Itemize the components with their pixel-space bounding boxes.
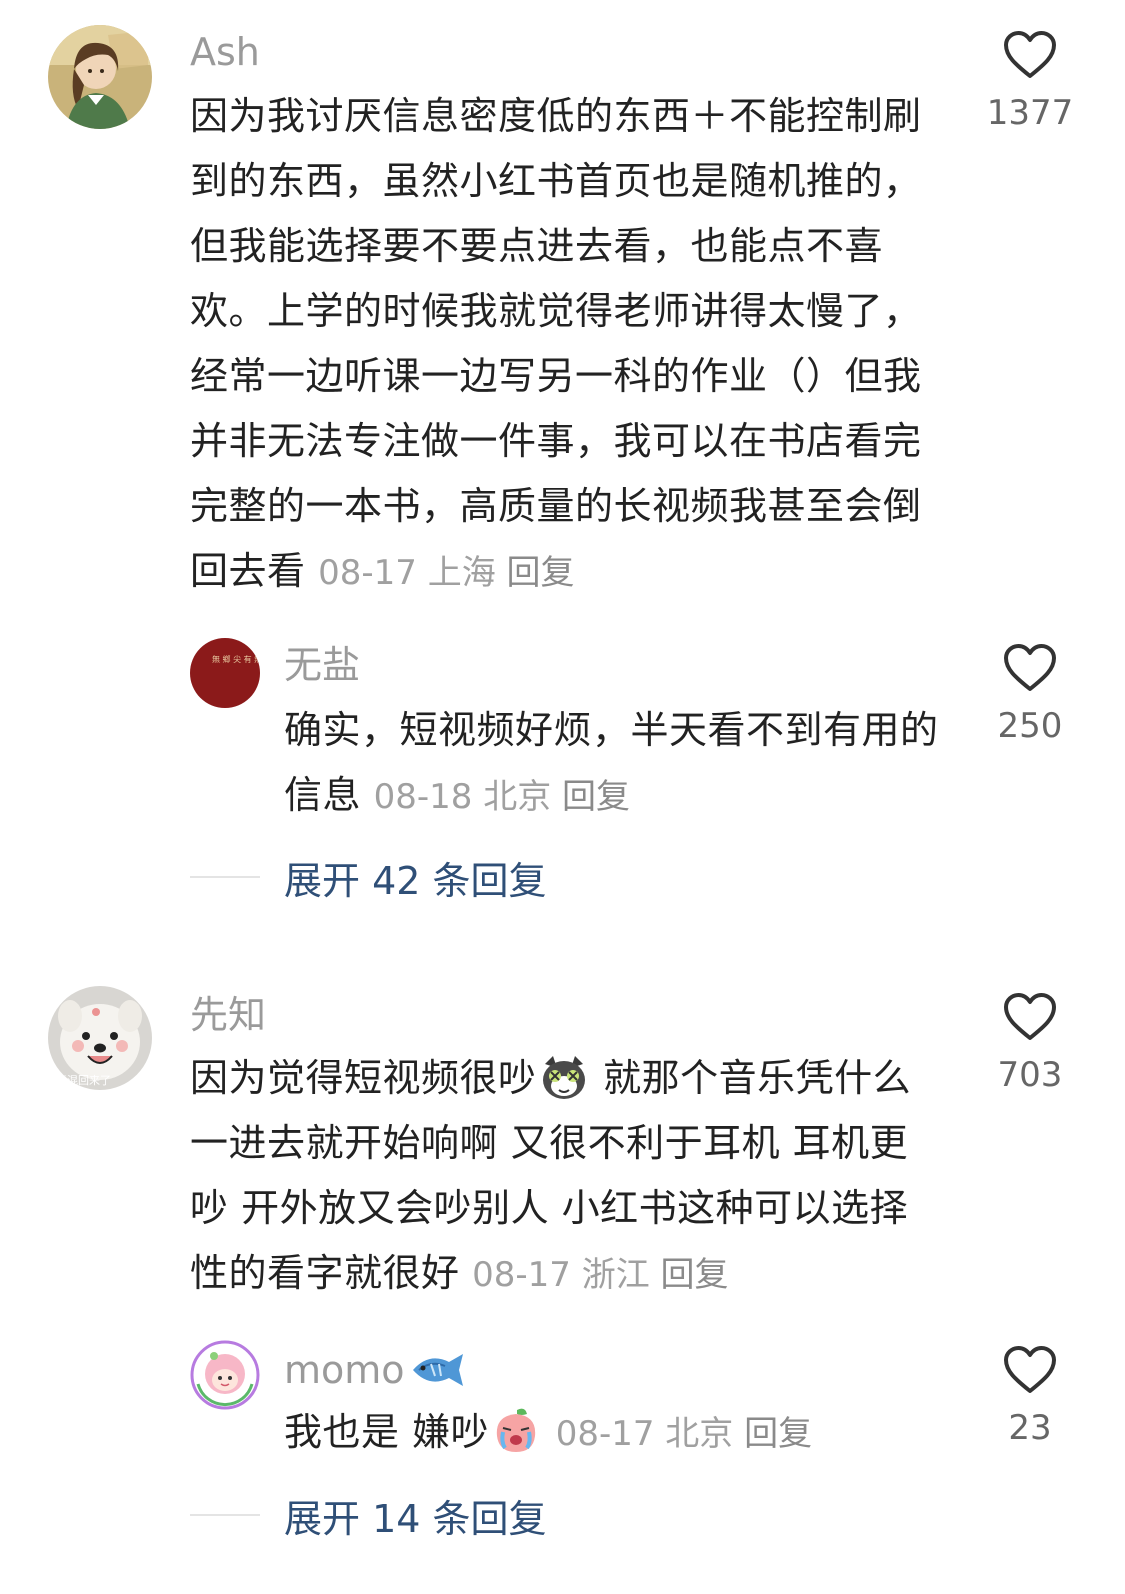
avatar[interactable]: [190, 1340, 260, 1410]
comment-content: 因为我讨厌信息密度低的东西＋不能控制刷到的东西，虽然小红书首页也是随机推的，但我…: [190, 94, 922, 593]
reply-button[interactable]: 回复: [507, 553, 575, 593]
comment-content: 我也是 嫌吵: [284, 1410, 490, 1454]
comment-meta: 08-17 上海 回复: [318, 553, 574, 593]
heart-icon: [1004, 993, 1056, 1040]
comment-location: 北京: [665, 1414, 734, 1454]
comment-location: 上海: [427, 553, 496, 593]
comment-date: 08-17: [318, 553, 417, 593]
comment-text: 确实，短视频好烦，半天看不到有用的信息 08-18 北京 回复: [284, 698, 944, 830]
expand-replies-label: 展开 14 条回复: [284, 1496, 547, 1541]
comment-date: 08-17: [472, 1255, 571, 1295]
like-count: 1377: [986, 93, 1074, 133]
heart-icon: [1004, 1346, 1056, 1393]
anime-girl-avatar-icon: [48, 25, 152, 129]
comment-meta: 08-17 浙江 回复: [472, 1255, 728, 1295]
expand-replies-label: 展开 42 条回复: [284, 858, 547, 903]
divider-line: [190, 1514, 260, 1516]
like-count: 250: [997, 706, 1063, 746]
username[interactable]: Ash: [190, 33, 260, 71]
comment-text: 我也是 嫌吵 08-17 北京 回复: [284, 1400, 944, 1467]
like-count: 703: [997, 1055, 1063, 1095]
like-button[interactable]: 703: [970, 992, 1090, 1092]
pink-hair-girl-avatar-icon: [190, 1340, 260, 1410]
comment-date: 08-18: [373, 777, 473, 817]
username-text: momo: [284, 1348, 405, 1392]
comment-meta: 08-17 北京 回复: [556, 1414, 812, 1454]
expand-replies-button[interactable]: 展开 42 条回复: [190, 852, 547, 903]
avatar-text: 無 鄉 尖 有 無 鄕 酸: [212, 654, 260, 664]
reply-button[interactable]: 回复: [661, 1255, 729, 1295]
comment-date: 08-17: [555, 1414, 655, 1454]
username[interactable]: 无盐: [284, 646, 360, 684]
like-button[interactable]: 1377: [970, 30, 1090, 130]
reply-button[interactable]: 回复: [744, 1414, 812, 1454]
avatar[interactable]: 無 鄉 尖 有 無 鄕 酸: [190, 638, 260, 708]
comment-meta: 08-18 北京 回复: [374, 777, 630, 817]
avatar[interactable]: 青混回来了: [48, 986, 152, 1090]
comment-location: 浙江: [581, 1255, 650, 1295]
username[interactable]: 先知: [190, 996, 266, 1034]
comment-text: 因为我讨厌信息密度低的东西＋不能控制刷到的东西，虽然小红书首页也是随机推的，但我…: [190, 84, 942, 606]
crying-peach-emoji-icon: [491, 1406, 541, 1456]
comment-location: 北京: [483, 777, 552, 817]
fish-emoji-icon: [409, 1350, 467, 1390]
avatar[interactable]: [48, 25, 152, 129]
like-count: 23: [1008, 1408, 1052, 1448]
cat-dizzy-emoji-icon: [539, 1052, 589, 1102]
red-calligraphy-avatar-icon: 無 鄉 尖 有 無 鄕 酸: [190, 638, 260, 708]
username[interactable]: momo: [284, 1350, 467, 1390]
samoyed-dog-avatar-icon: 青混回来了: [48, 986, 152, 1090]
comment-content: 因为觉得短视频很吵: [190, 1056, 537, 1100]
comment-text: 因为觉得短视频很吵 就那个音乐凭什么一进去就开始响啊 又很不利于耳机 耳机更吵 …: [190, 1046, 920, 1308]
heart-icon: [1004, 644, 1056, 691]
like-button[interactable]: 250: [970, 643, 1090, 743]
avatar-text: 青混回来了: [56, 1074, 111, 1087]
like-button[interactable]: 23: [970, 1345, 1090, 1445]
expand-replies-button[interactable]: 展开 14 条回复: [190, 1490, 547, 1541]
heart-icon: [1004, 31, 1056, 78]
reply-button[interactable]: 回复: [562, 777, 630, 817]
divider-line: [190, 876, 260, 878]
